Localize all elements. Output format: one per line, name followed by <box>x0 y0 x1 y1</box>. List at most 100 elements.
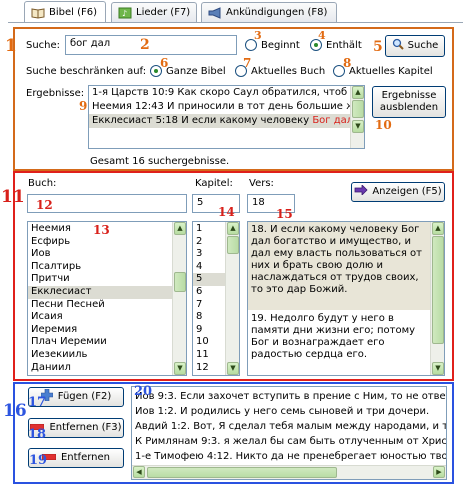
button-label: Ergebnisse ausblenden <box>379 90 439 113</box>
scroll-thumb[interactable] <box>174 272 186 292</box>
scroll-up-icon[interactable]: ▲ <box>352 86 364 99</box>
search-button[interactable]: Suche <box>385 35 445 57</box>
book-label: Buch: <box>28 178 57 189</box>
scroll-down-icon[interactable]: ▼ <box>227 362 239 375</box>
chapters-list[interactable]: 1 2 3 4 5 6 7 8 9 10 11 12 ▲ ▼ <box>192 221 240 376</box>
verse-label: Vers: <box>249 178 274 189</box>
tab-divider <box>8 22 463 23</box>
annotation-12: 12 <box>36 198 53 212</box>
list-item[interactable]: Екклесиаст <box>28 285 172 299</box>
books-scrollbar[interactable]: ▲ ▼ <box>172 222 186 375</box>
list-item[interactable]: 11 <box>193 349 225 362</box>
annotation-11: 11 <box>1 187 25 207</box>
arrow-right-icon <box>354 184 368 199</box>
scroll-up-icon[interactable]: ▲ <box>227 222 239 235</box>
list-item[interactable]: Иов 9:3. Если захочет вступить в прение … <box>132 389 446 404</box>
button-label: Entfernen <box>60 452 110 463</box>
scroll-up-icon[interactable]: ▲ <box>174 222 186 235</box>
list-item[interactable]: 6 <box>193 286 225 299</box>
scroll-down-icon[interactable]: ▼ <box>174 362 186 375</box>
annotation-7: 7 <box>243 56 252 70</box>
list-item[interactable]: Неемия 12:43 И приносили в тот день боль… <box>89 100 364 114</box>
verse-19[interactable]: 19. Недолго будут у него в памяти дни жи… <box>248 311 430 363</box>
radio-label: Aktuelles Buch <box>251 65 326 77</box>
results-scrollbar[interactable]: ▲ ▼ <box>350 86 364 148</box>
tab-songs[interactable]: ♪ Lieder (F7) <box>111 2 197 22</box>
list-item[interactable]: 5 <box>193 273 225 286</box>
verse-scrollbar[interactable]: ▲ ▼ <box>430 222 444 375</box>
list-item[interactable]: Авдий 1:2. Вот, Я сделал тебя малым межд… <box>132 419 446 434</box>
annotation-5: 5 <box>373 39 383 55</box>
magnifier-icon <box>392 38 404 54</box>
chapters-scrollbar[interactable]: ▲ ▼ <box>225 222 239 375</box>
scroll-down-icon[interactable]: ▼ <box>352 120 364 133</box>
books-list[interactable]: Неемия Есфирь Иов Псалтирь Притчи Екклесиаст П… <box>27 221 187 376</box>
list-item[interactable]: 8 <box>193 311 225 324</box>
results-total: Gesamt 16 suchergebnisse. <box>90 156 230 167</box>
book-icon <box>31 7 45 19</box>
queue-list[interactable]: Иов 9:3. Если захочет вступить в прение … <box>131 386 447 480</box>
annotation-6: 6 <box>160 56 169 70</box>
annotation-14: 14 <box>218 205 235 219</box>
annotation-3: 3 <box>254 29 262 42</box>
tab-label: Bibel (F6) <box>49 7 98 18</box>
tab-announcements[interactable]: Ankündigungen (F8) <box>201 2 337 22</box>
scroll-thumb[interactable] <box>227 236 239 254</box>
search-input[interactable]: бог дал <box>65 35 237 55</box>
annotation-17: 17 <box>28 395 47 410</box>
annotation-8: 8 <box>343 56 352 70</box>
list-item[interactable]: 12 <box>193 362 225 375</box>
list-item[interactable]: 10 <box>193 336 225 349</box>
scroll-right-icon[interactable]: ▶ <box>433 466 445 478</box>
button-label: Anzeigen (F5) <box>372 186 442 197</box>
show-button[interactable]: Anzeigen (F5) <box>351 182 445 202</box>
button-label: Fügen (F2) <box>57 391 112 402</box>
queue-hscrollbar[interactable]: ◀ ▶ <box>132 465 446 479</box>
scroll-down-icon[interactable]: ▼ <box>432 362 444 375</box>
annotation-9: 9 <box>79 99 88 113</box>
list-item[interactable]: 4 <box>193 261 225 274</box>
verse-18[interactable]: 18. И если какому человеку Бог дал богат… <box>248 222 430 310</box>
list-item[interactable]: 1-я Царств 10:9 Как скоро Саул обратился… <box>89 86 364 100</box>
list-item[interactable]: Есфирь <box>28 236 172 249</box>
list-item[interactable]: Иеремия <box>28 324 172 337</box>
tab-label: Lieder (F7) <box>136 7 191 18</box>
scroll-left-icon[interactable]: ◀ <box>133 466 145 478</box>
megaphone-icon <box>208 6 222 19</box>
chapter-label: Kapitel: <box>195 178 233 189</box>
search-label: Suche: <box>26 40 61 51</box>
list-item[interactable]: Песни Песней <box>28 299 172 312</box>
scroll-thumb[interactable] <box>352 100 364 118</box>
list-item[interactable]: 3 <box>193 248 225 261</box>
tab-bible[interactable]: Bibel (F6) <box>24 1 106 23</box>
list-item[interactable]: Исаия <box>28 311 172 324</box>
radio-label: Beginnt <box>261 39 300 51</box>
list-item[interactable]: Притчи <box>28 273 172 286</box>
annotation-10: 10 <box>375 118 392 132</box>
list-item[interactable]: 1 <box>193 223 225 236</box>
list-item[interactable]: Плач Иеремии <box>28 336 172 349</box>
tab-label: Ankündigungen (F8) <box>226 7 328 18</box>
hide-results-button[interactable]: Ergebnisse ausblenden <box>372 86 446 118</box>
list-item[interactable]: Псалтирь <box>28 261 172 274</box>
scroll-up-icon[interactable]: ▲ <box>432 222 444 235</box>
list-item[interactable]: Иезекииль <box>28 349 172 362</box>
list-item[interactable]: 1-е Тимофею 4:12. Никто да не пренебрега… <box>132 449 446 464</box>
annotation-15: 15 <box>276 207 293 221</box>
list-item[interactable]: 9 <box>193 324 225 337</box>
results-list[interactable]: 1-я Царств 10:9 Как скоро Саул обратился… <box>88 85 365 149</box>
list-item[interactable]: Екклесиаст 5:18 И если какому человеку Б… <box>89 114 364 128</box>
list-item[interactable]: 7 <box>193 299 225 312</box>
scroll-thumb[interactable] <box>147 467 337 478</box>
verse-text[interactable]: 18. И если какому человеку Бог дал богат… <box>247 221 445 376</box>
button-label: Suche <box>407 40 439 51</box>
annotation-18: 18 <box>28 427 47 442</box>
list-item[interactable]: Даниил <box>28 362 172 375</box>
list-item[interactable]: К Римлянам 9:3. я желал бы сам быть отлу… <box>132 434 446 449</box>
list-item[interactable]: Иов 1:2. И родились у него семь сыновей … <box>132 404 446 419</box>
list-item[interactable]: Иов <box>28 248 172 261</box>
annotation-20: 20 <box>134 384 153 399</box>
scroll-thumb[interactable] <box>432 236 444 344</box>
list-item[interactable]: 2 <box>193 236 225 249</box>
annotation-16: 16 <box>3 401 27 421</box>
